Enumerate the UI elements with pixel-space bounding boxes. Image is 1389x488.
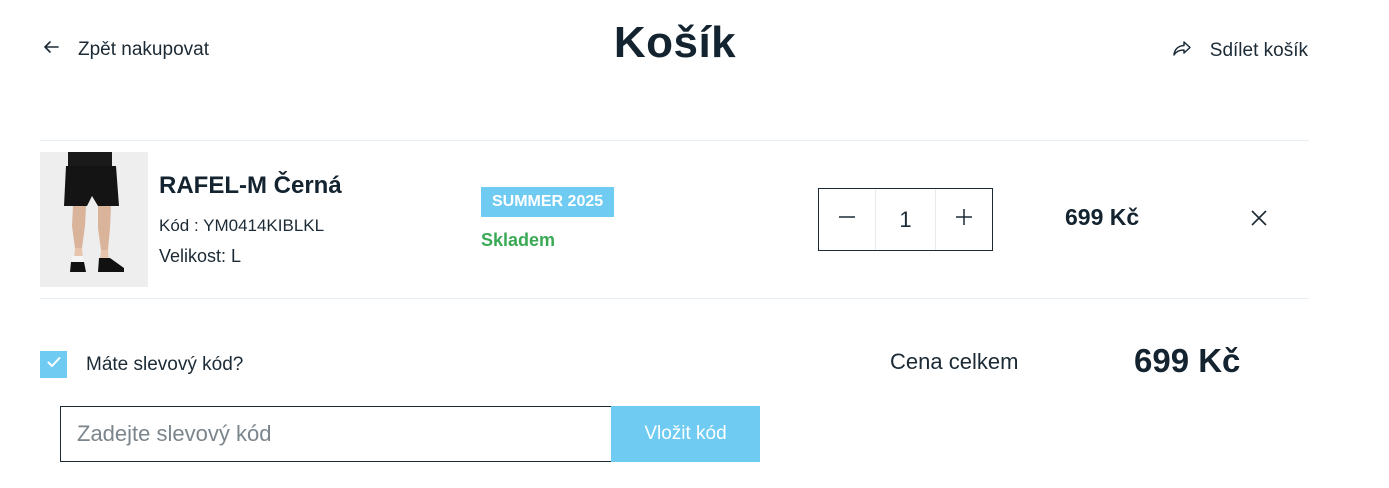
check-icon bbox=[46, 354, 62, 375]
remove-item-button[interactable] bbox=[1248, 207, 1270, 229]
cart-item-row: RAFEL-M Černá Kód : YM0414KIBLKL Velikos… bbox=[40, 152, 1309, 287]
minus-icon bbox=[837, 207, 857, 232]
total-label: Cena celkem bbox=[890, 349, 1019, 374]
stock-status: Skladem bbox=[481, 230, 556, 250]
close-icon bbox=[1248, 210, 1270, 233]
quantity-value[interactable]: 1 bbox=[875, 189, 936, 250]
discount-checkbox[interactable] bbox=[40, 351, 67, 378]
discount-question-label: Máte slevový kód? bbox=[86, 353, 244, 375]
page-title: Košík bbox=[613, 18, 737, 67]
share-icon bbox=[1172, 38, 1192, 63]
divider bbox=[40, 298, 1309, 299]
total-price: 699 Kč bbox=[1134, 342, 1241, 379]
plus-icon bbox=[954, 207, 974, 232]
product-image[interactable] bbox=[40, 152, 148, 287]
share-link-label: Sdílet košík bbox=[1209, 39, 1308, 61]
decrease-quantity-button[interactable] bbox=[819, 189, 875, 250]
discount-code-toggle[interactable]: Máte slevový kód? bbox=[40, 351, 243, 378]
divider bbox=[40, 140, 1309, 141]
cart-header: Zpět nakupovat Košík Sdílet košík bbox=[0, 0, 1389, 100]
product-name[interactable]: RAFEL-M Černá bbox=[159, 172, 342, 200]
discount-code-input[interactable] bbox=[60, 406, 612, 462]
quantity-stepper: 1 bbox=[818, 188, 993, 251]
increase-quantity-button[interactable] bbox=[936, 189, 992, 250]
product-code: Kód : YM0414KIBLKL bbox=[159, 216, 325, 235]
share-cart-link[interactable]: Sdílet košík bbox=[1172, 38, 1308, 63]
item-price: 699 Kč bbox=[1065, 204, 1140, 230]
collection-badge: SUMMER 2025 bbox=[481, 187, 615, 217]
apply-code-button[interactable]: Vložit kód bbox=[611, 406, 760, 462]
product-size: Velikost: L bbox=[159, 246, 242, 266]
